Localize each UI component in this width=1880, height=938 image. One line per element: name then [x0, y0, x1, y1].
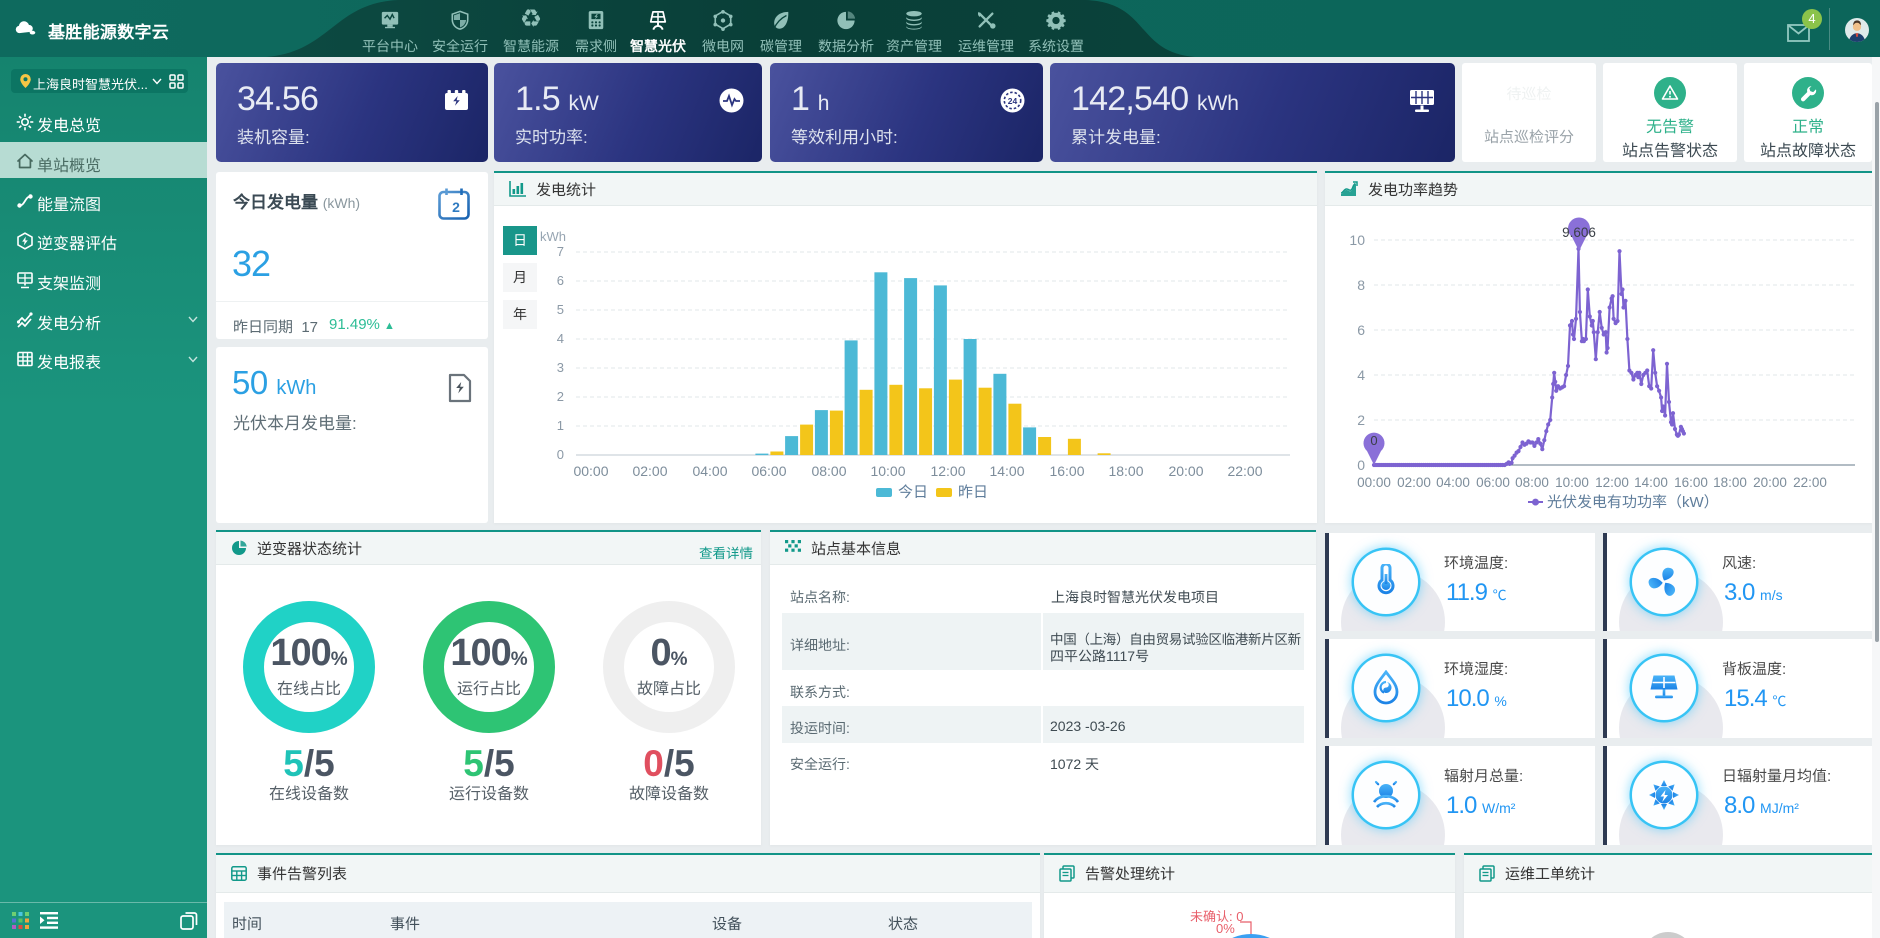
svg-text:12:00: 12:00 [1595, 475, 1629, 490]
svg-text:14:00: 14:00 [989, 463, 1024, 479]
svg-text:4: 4 [1357, 367, 1365, 383]
svg-text:06:00: 06:00 [751, 463, 786, 479]
svg-text:00:00: 00:00 [1357, 475, 1391, 490]
svg-text:22:00: 22:00 [1227, 463, 1262, 479]
svg-text:0: 0 [1370, 433, 1377, 448]
svg-text:光伏发电有功功率（kW）: 光伏发电有功功率（kW） [1547, 491, 1719, 512]
svg-text:06:00: 06:00 [1476, 475, 1510, 490]
svg-text:24: 24 [1008, 96, 1018, 106]
svg-text:18:00: 18:00 [1108, 463, 1143, 479]
svg-text:08:00: 08:00 [811, 463, 846, 479]
svg-text:20:00: 20:00 [1168, 463, 1203, 479]
svg-text:16:00: 16:00 [1049, 463, 1084, 479]
svg-text:0: 0 [1357, 457, 1365, 473]
svg-text:8: 8 [1357, 277, 1365, 293]
svg-text:1: 1 [557, 418, 564, 433]
svg-text:10:00: 10:00 [870, 463, 905, 479]
svg-text:2: 2 [1357, 412, 1365, 428]
svg-text:18:00: 18:00 [1713, 475, 1747, 490]
svg-text:02:00: 02:00 [632, 463, 667, 479]
svg-text:22:00: 22:00 [1793, 475, 1827, 490]
svg-text:4: 4 [557, 331, 564, 346]
svg-text:14:00: 14:00 [1634, 475, 1668, 490]
svg-text:04:00: 04:00 [1436, 475, 1470, 490]
svg-text:6: 6 [1357, 322, 1365, 338]
svg-text:2: 2 [452, 199, 460, 215]
svg-text:kWh: kWh [540, 229, 566, 244]
svg-text:00:00: 00:00 [573, 463, 608, 479]
svg-text:20:00: 20:00 [1753, 475, 1787, 490]
svg-text:04:00: 04:00 [692, 463, 727, 479]
svg-text:16:00: 16:00 [1674, 475, 1708, 490]
svg-text:10:00: 10:00 [1555, 475, 1589, 490]
svg-text:12:00: 12:00 [930, 463, 965, 479]
svg-text:2: 2 [557, 389, 564, 404]
svg-text:3: 3 [557, 360, 564, 375]
svg-text:10: 10 [1349, 232, 1365, 248]
svg-text:02:00: 02:00 [1397, 475, 1431, 490]
svg-text:7: 7 [557, 244, 564, 259]
svg-text:9.606: 9.606 [1562, 225, 1596, 240]
svg-text:6: 6 [557, 273, 564, 288]
svg-text:今日: 今日 [898, 481, 928, 502]
svg-text:5: 5 [557, 302, 564, 317]
svg-text:0: 0 [557, 447, 564, 462]
svg-text:08:00: 08:00 [1515, 475, 1549, 490]
svg-text:昨日: 昨日 [958, 481, 988, 502]
